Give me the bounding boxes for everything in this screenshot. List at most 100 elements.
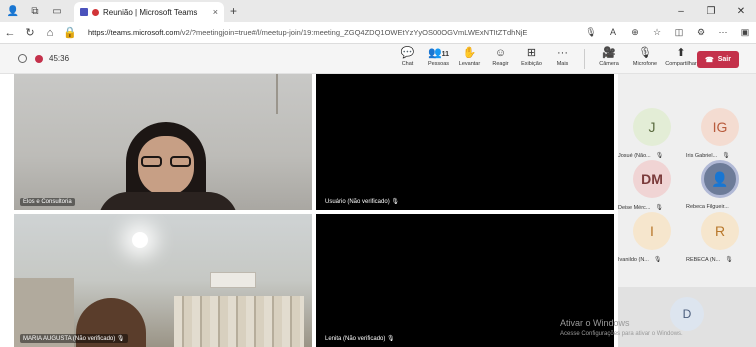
air-conditioner bbox=[210, 272, 256, 288]
close-window-button[interactable]: ✕ bbox=[726, 6, 756, 17]
tile-name-label: Usuário (Não verificado) 🎙 bbox=[322, 197, 402, 206]
video-tile[interactable]: MARIA AUGUSTA (Não verificado) 🎙 bbox=[14, 214, 312, 347]
meeting-status: 45:36 bbox=[18, 54, 69, 63]
meeting-toolbar: 45:36 💬 Chat 👥11 Pessoas ✋ Levantar ☺ Re… bbox=[0, 44, 756, 74]
view-icon: ⊞ bbox=[526, 47, 537, 59]
read-aloud-icon[interactable]: A bbox=[602, 27, 624, 38]
address-bar: ← ↻ ⌂ 🔒 https://teams.microsoft.com/v2/?… bbox=[0, 22, 756, 44]
tile-name-label: Lenita (Não verificado) 🎙 bbox=[322, 334, 398, 343]
video-tile[interactable]: Usuário (Não verificado) 🎙 bbox=[316, 74, 614, 210]
app-available-icon[interactable]: ⊕ bbox=[624, 27, 646, 38]
raise-hand-button[interactable]: ✋ Levantar bbox=[454, 46, 485, 69]
browser-menu-icon[interactable]: ⋯ bbox=[712, 27, 734, 38]
restore-button[interactable]: ❐ bbox=[696, 6, 726, 17]
more-icon: ··· bbox=[557, 47, 568, 59]
favorite-star-icon[interactable]: ☆ bbox=[646, 27, 668, 38]
url-path: /v2/?meetingjoin=true#/l/meetup-join/19:… bbox=[179, 28, 528, 37]
browser-tab-strip: 👤 ⧉ ▭ Reunião | Microsoft Teams × + – ❐ … bbox=[0, 0, 756, 22]
extensions-icon[interactable]: ⚙ bbox=[690, 27, 712, 38]
meeting-timer: 45:36 bbox=[49, 54, 70, 63]
share-icon: ⬆ bbox=[676, 47, 686, 59]
participant-card[interactable]: I Ivanildo (N... 🎙 bbox=[618, 206, 680, 268]
microphone-permission-icon[interactable]: 🎙 bbox=[580, 27, 602, 38]
windows-activation-title: Ativar o Windows bbox=[560, 318, 630, 328]
tile-name-label: Elos e Consultoria bbox=[20, 198, 75, 206]
raise-hand-label: Levantar bbox=[458, 61, 481, 67]
avatar: 👤 bbox=[701, 160, 739, 198]
meeting-info-icon[interactable] bbox=[18, 54, 27, 63]
avatar: IG bbox=[701, 108, 739, 146]
tab-teams-meeting[interactable]: Reunião | Microsoft Teams × bbox=[74, 2, 224, 22]
new-tab-button[interactable]: + bbox=[230, 4, 237, 18]
address-bar-actions: 🎙 A ⊕ ☆ ◫ ⚙ ⋯ ▣ bbox=[580, 27, 756, 38]
avatar: I bbox=[633, 212, 671, 250]
more-button[interactable]: ··· Mais bbox=[547, 46, 578, 69]
mic-muted-icon: 🎙 bbox=[116, 336, 125, 342]
recording-indicator-icon bbox=[92, 8, 99, 16]
ceiling-lamp bbox=[132, 232, 148, 248]
window-controls: – ❐ ✕ bbox=[666, 6, 756, 17]
participants-gallery: J Josué (Não... 🎙 IG Iris Gabriel... 🎙 DM … bbox=[618, 74, 756, 347]
profile-icon[interactable]: 👤 bbox=[4, 2, 22, 20]
people-label: Pessoas bbox=[427, 61, 450, 67]
toolbar-divider bbox=[584, 49, 585, 69]
tab-title: Reunião | Microsoft Teams bbox=[103, 7, 198, 17]
person-placeholder-icon: 👤 bbox=[711, 170, 729, 187]
split-screen-icon[interactable]: ◫ bbox=[668, 27, 690, 38]
avatar: DM bbox=[633, 160, 671, 198]
participant-label: Ivanildo (N... 🎙 bbox=[618, 256, 662, 264]
leave-label: Sair bbox=[717, 56, 731, 63]
meeting-controls: 💬 Chat 👥11 Pessoas ✋ Levantar ☺ Reagir ⊞… bbox=[392, 46, 699, 69]
minimize-button[interactable]: – bbox=[666, 6, 696, 17]
share-button[interactable]: ⬆ Compartilhar bbox=[663, 46, 699, 69]
participant-glasses bbox=[141, 156, 191, 168]
camera-button[interactable]: 🎥 Câmera bbox=[591, 46, 627, 69]
people-button[interactable]: 👥11 Pessoas bbox=[423, 46, 454, 69]
raise-hand-icon: ✋ bbox=[462, 47, 477, 59]
react-icon: ☺ bbox=[494, 47, 507, 59]
participant-label: REBECA (N... 🎙 bbox=[686, 256, 733, 264]
react-label: Reagir bbox=[492, 61, 509, 67]
sidebar-icon[interactable]: ▣ bbox=[734, 27, 756, 38]
avatar: R bbox=[701, 212, 739, 250]
participant-shoulders bbox=[98, 192, 238, 210]
windows-activation-subtitle: Acesse Configurações para ativar o Windo… bbox=[560, 331, 683, 337]
chat-button[interactable]: 💬 Chat bbox=[392, 46, 423, 69]
tile-name-label: MARIA AUGUSTA (Não verificado) 🎙 bbox=[20, 334, 128, 343]
background-door-frame bbox=[276, 74, 312, 114]
workspaces-icon[interactable]: ⧉ bbox=[26, 2, 44, 20]
chat-icon: 💬 bbox=[400, 47, 415, 59]
mic-muted-icon: 🎙 bbox=[653, 257, 662, 263]
mic-muted-icon: 🎙 bbox=[391, 199, 399, 205]
more-label: Mais bbox=[556, 61, 569, 67]
people-icon: 👥11 bbox=[427, 47, 450, 59]
url-host: https://teams.microsoft.com bbox=[88, 28, 180, 37]
mic-muted-icon: 🎙 bbox=[387, 336, 395, 342]
back-icon[interactable]: ← bbox=[0, 27, 20, 39]
share-label: Compartilhar bbox=[665, 61, 697, 67]
tab-actions-icon[interactable]: ▭ bbox=[48, 2, 66, 20]
avatar: D bbox=[670, 297, 704, 331]
chat-label: Chat bbox=[401, 61, 414, 67]
react-button[interactable]: ☺ Reagir bbox=[485, 46, 516, 69]
view-button[interactable]: ⊞ Exibição bbox=[516, 46, 547, 69]
microphone-button[interactable]: 🎙 Microfone bbox=[627, 46, 663, 69]
mic-muted-icon: 🎙 bbox=[725, 257, 733, 263]
video-tile[interactable]: Elos e Consultoria bbox=[14, 74, 312, 210]
microphone-muted-icon: 🎙 bbox=[638, 47, 652, 59]
close-tab-button[interactable]: × bbox=[213, 7, 218, 17]
view-label: Exibição bbox=[521, 61, 542, 67]
home-icon[interactable]: ⌂ bbox=[40, 27, 60, 39]
microphone-label: Microfone bbox=[632, 61, 658, 67]
refresh-icon[interactable]: ↻ bbox=[20, 26, 40, 39]
camera-label: Câmera bbox=[599, 61, 619, 67]
meeting-stage: Elos e Consultoria Usuário (Não verifica… bbox=[0, 74, 756, 347]
recording-dot-icon bbox=[35, 54, 43, 63]
url-field[interactable]: https://teams.microsoft.com/v2/?meetingj… bbox=[88, 28, 528, 37]
participant-card[interactable]: D bbox=[618, 287, 756, 347]
participant-card[interactable]: R REBECA (N... 🎙 bbox=[686, 206, 748, 268]
hangup-icon: ☎ bbox=[705, 56, 714, 64]
lock-icon: 🔒 bbox=[63, 27, 77, 39]
camera-icon: 🎥 bbox=[602, 47, 616, 59]
leave-button[interactable]: ☎ Sair bbox=[697, 51, 739, 68]
